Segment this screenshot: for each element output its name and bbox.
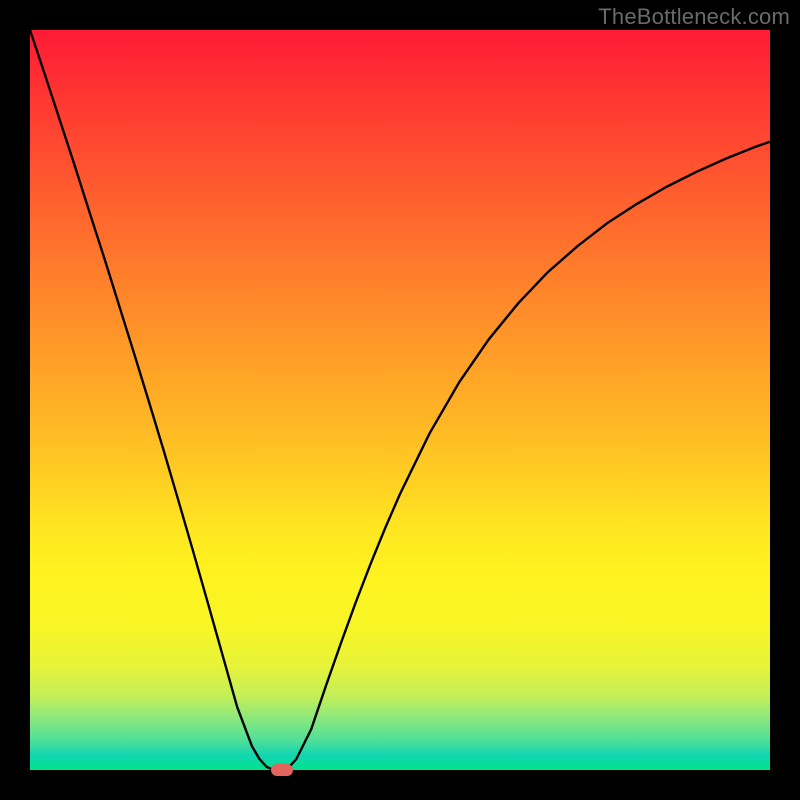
bottleneck-curve (30, 30, 770, 770)
plot-area (30, 30, 770, 770)
chart-frame: TheBottleneck.com (0, 0, 800, 800)
minimum-marker (271, 764, 293, 776)
curve-path (30, 30, 770, 770)
watermark-text: TheBottleneck.com (598, 4, 790, 30)
